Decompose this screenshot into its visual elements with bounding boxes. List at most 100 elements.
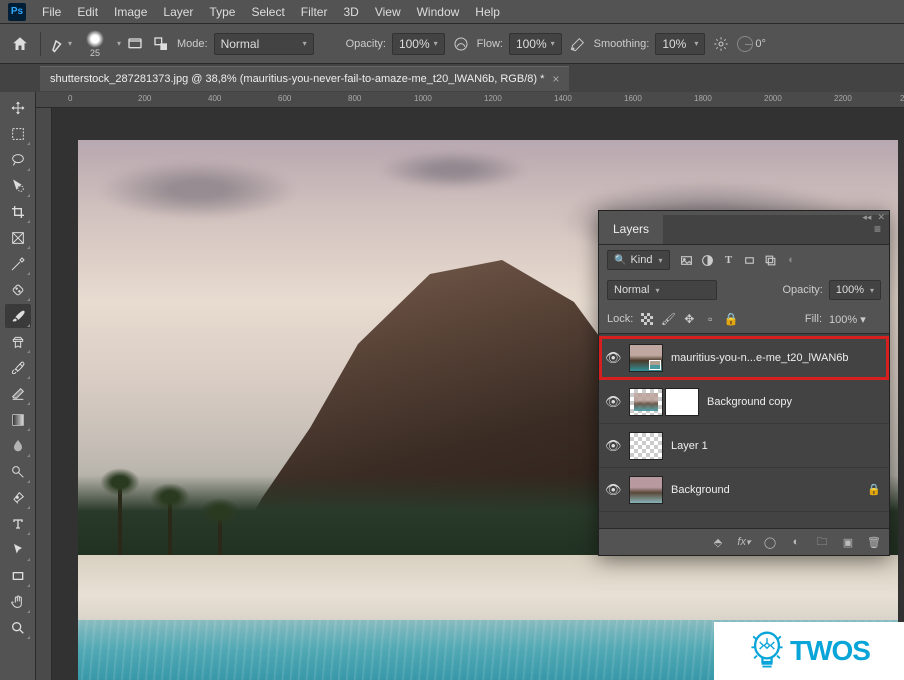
crop-tool[interactable]	[5, 200, 31, 224]
marquee-tool[interactable]	[5, 122, 31, 146]
layer-item[interactable]: 👁 Layer 1	[599, 424, 889, 468]
layer-thumbnail[interactable]	[629, 476, 663, 504]
menu-help[interactable]: Help	[467, 0, 508, 24]
lock-position-icon[interactable]: ✥	[682, 312, 696, 326]
adjustment-layer-icon[interactable]: ◐	[789, 536, 803, 548]
menu-edit[interactable]: Edit	[69, 0, 106, 24]
pressure-opacity-icon[interactable]	[451, 34, 471, 54]
zoom-tool[interactable]	[5, 616, 31, 640]
ruler-mark: 1000	[414, 94, 432, 103]
menu-select[interactable]: Select	[243, 0, 292, 24]
path-select-tool[interactable]	[5, 538, 31, 562]
move-tool[interactable]	[5, 96, 31, 120]
angle-control[interactable]: 0°	[737, 36, 766, 52]
menu-file[interactable]: File	[34, 0, 69, 24]
layer-item[interactable]: 👁 Background 🔒	[599, 468, 889, 512]
smoothing-options-icon[interactable]	[711, 34, 731, 54]
lock-all-icon[interactable]: 🔒	[724, 312, 738, 326]
visibility-toggle-icon[interactable]: 👁	[605, 438, 621, 454]
panel-close-icon[interactable]: ✕	[877, 212, 885, 214]
lock-transparency-icon[interactable]	[640, 313, 654, 325]
clone-stamp-tool[interactable]	[5, 330, 31, 354]
menu-image[interactable]: Image	[106, 0, 155, 24]
history-brush-tool[interactable]	[5, 356, 31, 380]
frame-tool[interactable]	[5, 226, 31, 250]
type-tool[interactable]	[5, 512, 31, 536]
layer-thumbnail[interactable]	[629, 388, 663, 416]
visibility-toggle-icon[interactable]: 👁	[605, 394, 621, 410]
lasso-tool[interactable]	[5, 148, 31, 172]
menu-type[interactable]: Type	[201, 0, 243, 24]
layer-thumbnail[interactable]	[629, 344, 663, 372]
layer-mask-icon[interactable]: ◯	[763, 536, 777, 549]
brush-tool[interactable]	[5, 304, 31, 328]
fill-dropdown[interactable]: 100% ▾	[829, 313, 881, 326]
filter-type-icon[interactable]: T	[722, 253, 736, 267]
brush-size-value: 25	[90, 48, 100, 58]
layer-opacity-value: 100%	[836, 284, 864, 296]
link-layers-icon[interactable]: ⬘	[711, 536, 725, 549]
eyedropper-tool[interactable]	[5, 252, 31, 276]
blur-tool[interactable]	[5, 434, 31, 458]
layer-name[interactable]: Layer 1	[671, 440, 883, 452]
lock-artboard-icon[interactable]: ▫	[703, 312, 717, 326]
filter-shape-icon[interactable]	[743, 253, 757, 267]
menu-view[interactable]: View	[367, 0, 409, 24]
menu-window[interactable]: Window	[409, 0, 468, 24]
visibility-toggle-icon[interactable]: 👁	[605, 482, 621, 498]
flow-dropdown[interactable]: 100% ▾	[509, 33, 562, 55]
panel-menu-icon[interactable]: ≡	[866, 215, 889, 244]
mode-dropdown[interactable]: Normal ▾	[214, 33, 314, 55]
smoothing-dropdown[interactable]: 10% ▾	[655, 33, 705, 55]
filter-pixel-icon[interactable]	[680, 253, 694, 267]
brush-preview[interactable]: 25	[79, 30, 111, 58]
layer-thumbnail[interactable]	[629, 432, 663, 460]
gradient-tool[interactable]	[5, 408, 31, 432]
tool-preset-icon[interactable]: ▾	[49, 32, 73, 56]
filter-adjust-icon[interactable]	[701, 253, 715, 267]
filter-type-dropdown[interactable]: 🔍 Kind ▾	[607, 250, 670, 270]
home-icon[interactable]	[8, 32, 32, 56]
layer-mask-thumbnail[interactable]	[665, 388, 699, 416]
horizontal-ruler: 0 200 400 600 800 1000 1200 1400 1600 18…	[36, 92, 904, 108]
brush-swap-icon[interactable]	[151, 34, 171, 54]
layer-name[interactable]: Background	[671, 484, 859, 496]
layer-item[interactable]: 👁 mauritius-you-n...e-me_t20_lWAN6b	[599, 336, 889, 380]
delete-icon[interactable]: 🗑	[867, 536, 881, 549]
healing-tool[interactable]	[5, 278, 31, 302]
layer-opacity-dropdown[interactable]: 100% ▾	[829, 280, 881, 300]
opacity-label: Opacity:	[346, 38, 386, 50]
filter-toggle-icon[interactable]: ◐	[785, 253, 799, 267]
angle-dial-icon[interactable]	[737, 36, 753, 52]
filter-smart-icon[interactable]	[764, 253, 778, 267]
menu-layer[interactable]: Layer	[155, 0, 201, 24]
eraser-tool[interactable]	[5, 382, 31, 406]
ruler-mark: 800	[348, 94, 361, 103]
blend-mode-dropdown[interactable]: Normal ▾	[607, 280, 717, 300]
menu-3d[interactable]: 3D	[335, 0, 366, 24]
panel-collapse-icon[interactable]: ◂◂	[862, 212, 871, 214]
layers-list: 👁 mauritius-you-n...e-me_t20_lWAN6b 👁 Ba…	[599, 333, 889, 529]
quick-select-tool[interactable]	[5, 174, 31, 198]
fx-icon[interactable]: fx▾	[737, 536, 751, 548]
new-layer-icon[interactable]: ▣	[841, 536, 855, 549]
layer-name[interactable]: mauritius-you-n...e-me_t20_lWAN6b	[671, 352, 883, 364]
rectangle-tool[interactable]	[5, 564, 31, 588]
layers-tab[interactable]: Layers	[599, 215, 663, 244]
menu-filter[interactable]: Filter	[293, 0, 336, 24]
visibility-toggle-icon[interactable]: 👁	[605, 350, 621, 366]
opacity-dropdown[interactable]: 100% ▾	[392, 33, 445, 55]
lock-paint-icon[interactable]: 🖌	[661, 312, 675, 326]
layers-panel: ◂◂ ✕ Layers ≡ 🔍 Kind ▾ T ◐ Normal ▾ Opac…	[598, 210, 890, 556]
brush-panel-icon[interactable]	[127, 35, 145, 53]
group-icon[interactable]: 🗀	[815, 533, 829, 552]
close-tab-icon[interactable]: ×	[552, 72, 559, 86]
layer-item[interactable]: 👁 Background copy	[599, 380, 889, 424]
pen-tool[interactable]	[5, 486, 31, 510]
dodge-tool[interactable]	[5, 460, 31, 484]
airbrush-icon[interactable]	[568, 34, 588, 54]
hand-tool[interactable]	[5, 590, 31, 614]
layer-name[interactable]: Background copy	[707, 396, 883, 408]
document-tab[interactable]: shutterstock_287281373.jpg @ 38,8% (maur…	[40, 66, 569, 91]
watermark: TWOS	[714, 622, 904, 680]
